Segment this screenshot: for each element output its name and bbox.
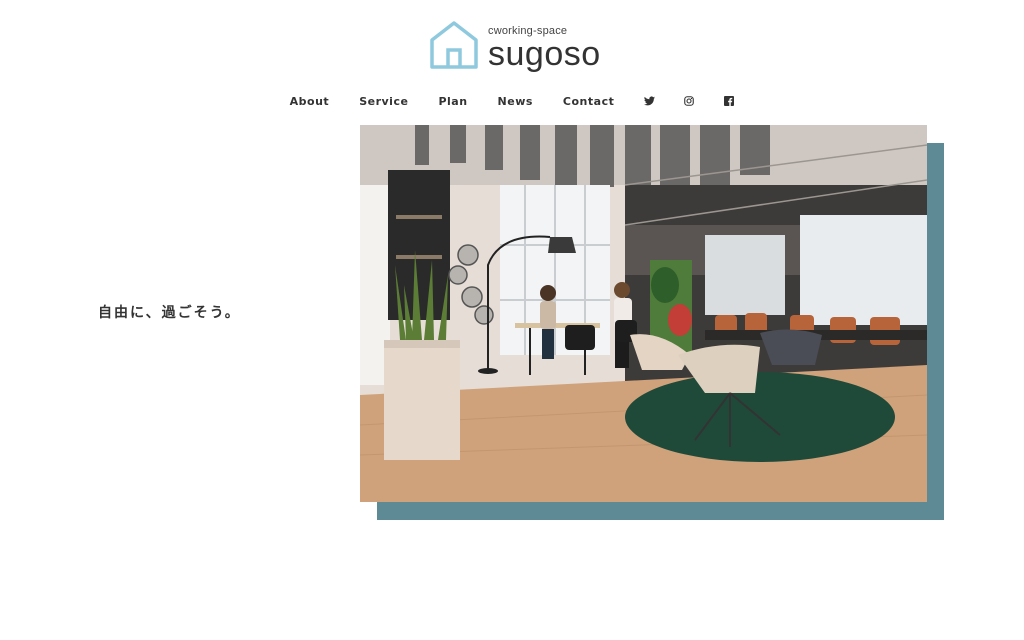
nav-about[interactable]: About (290, 95, 330, 108)
logo-text: cworking-space sugoso (488, 25, 601, 73)
nav-service[interactable]: Service (359, 95, 408, 108)
logo-title: sugoso (488, 35, 601, 73)
nav-contact[interactable]: Contact (563, 95, 614, 108)
house-icon (430, 21, 478, 69)
facebook-icon[interactable] (721, 93, 737, 109)
nav-news[interactable]: News (498, 95, 533, 108)
twitter-icon[interactable] (641, 93, 657, 109)
site-logo[interactable]: cworking-space sugoso (428, 20, 601, 73)
hero-tagline: 自由に、過ごそう。 (98, 305, 241, 321)
main-nav: About Service Plan News Contact (0, 93, 1024, 109)
instagram-icon[interactable] (681, 93, 697, 109)
nav-plan[interactable]: Plan (438, 95, 467, 108)
hero-image (360, 125, 927, 502)
